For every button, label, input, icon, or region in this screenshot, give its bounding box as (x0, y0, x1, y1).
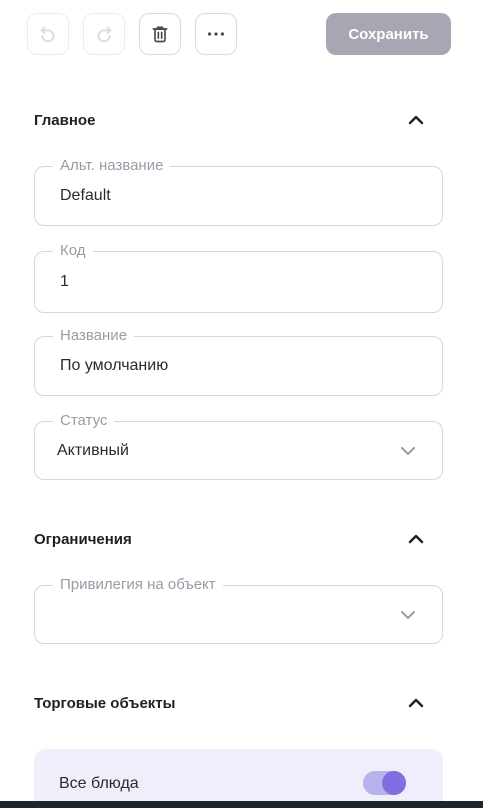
section-restrictions-header[interactable]: Ограничения (34, 527, 426, 551)
redo-button[interactable] (83, 13, 125, 55)
name-field[interactable]: Название По умолчанию (34, 327, 443, 396)
field-value: Активный (57, 441, 129, 459)
trash-icon (152, 26, 168, 43)
toolbar: Сохранить (0, 0, 483, 70)
field-label: Статус (53, 412, 115, 430)
save-button[interactable]: Сохранить (326, 13, 451, 55)
field-value: Default (60, 187, 111, 204)
section-title: Главное (34, 111, 96, 129)
status-select[interactable]: Статус Активный (34, 412, 443, 480)
chevron-down-icon (401, 446, 415, 455)
field-label: Код (53, 242, 93, 260)
alt-name-field[interactable]: Альт. название Default (34, 157, 443, 226)
toggle-knob (382, 771, 406, 795)
section-title: Ограничения (34, 530, 132, 548)
undo-icon (40, 26, 55, 43)
taskbar-strip (0, 801, 483, 808)
chevron-up-icon[interactable] (406, 110, 426, 130)
chevron-up-icon[interactable] (406, 693, 426, 713)
chevron-down-icon (401, 610, 415, 619)
all-dishes-toggle[interactable] (363, 771, 406, 795)
section-title: Торговые объекты (34, 694, 176, 712)
field-label: Название (53, 327, 135, 345)
field-value: 1 (60, 273, 69, 290)
section-main-header[interactable]: Главное (34, 108, 426, 132)
more-horizontal-icon (207, 32, 225, 36)
redo-icon (97, 26, 112, 43)
chevron-up-icon[interactable] (406, 529, 426, 549)
field-label: Альт. название (53, 157, 171, 175)
field-label: Привилегия на объект (53, 576, 223, 594)
delete-button[interactable] (139, 13, 181, 55)
section-trade-objects-header[interactable]: Торговые объекты (34, 691, 426, 715)
privilege-select[interactable]: Привилегия на объект (34, 576, 443, 644)
all-dishes-label: Все блюда (59, 775, 139, 792)
more-button[interactable] (195, 13, 237, 55)
field-value: По умолчанию (60, 357, 169, 374)
all-dishes-card: Все блюда (34, 749, 443, 808)
undo-button[interactable] (27, 13, 69, 55)
code-field[interactable]: Код 1 (34, 242, 443, 313)
